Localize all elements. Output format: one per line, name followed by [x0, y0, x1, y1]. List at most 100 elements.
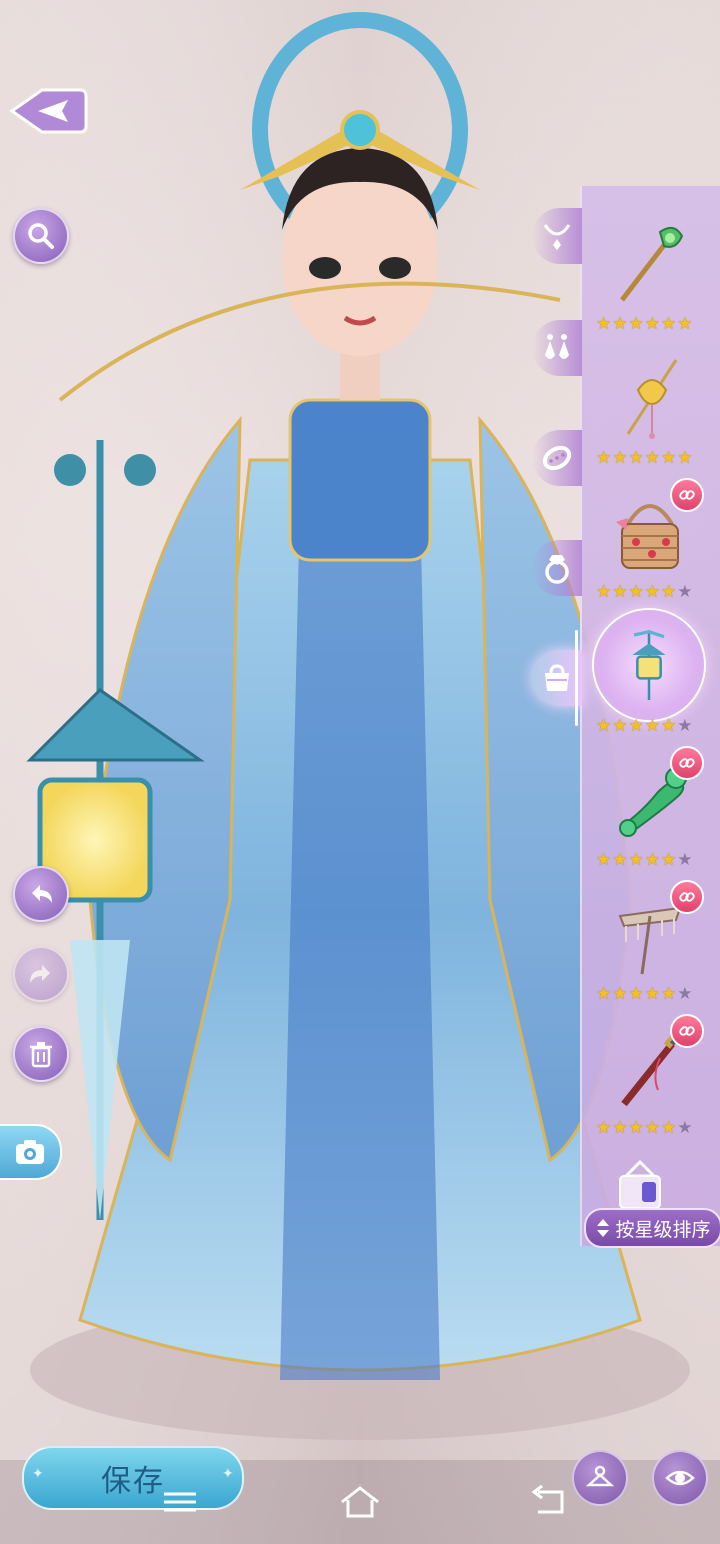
- ring-icon: [545, 555, 569, 584]
- item-card-selected[interactable]: ★ ★ ★ ★ ★ ★: [592, 610, 708, 740]
- star-filled-icon: ★: [612, 448, 628, 468]
- wardrobe-button[interactable]: [572, 1450, 628, 1506]
- link-icon: [679, 1026, 695, 1036]
- star-filled-icon: ★: [596, 1118, 612, 1138]
- star-filled-icon: ★: [612, 1118, 628, 1138]
- star-filled-icon: ★: [661, 314, 677, 334]
- tab-necklace[interactable]: [532, 208, 582, 264]
- star-filled-icon: ★: [661, 716, 677, 736]
- preview-button[interactable]: [652, 1450, 708, 1506]
- star-empty-icon: ★: [677, 1118, 693, 1138]
- item-card[interactable]: ★ ★ ★ ★ ★ ★: [592, 478, 708, 606]
- camera-icon: [16, 1140, 44, 1164]
- star-filled-icon: ★: [677, 448, 693, 468]
- link-badge: [670, 1014, 704, 1048]
- star-rating: ★ ★ ★ ★ ★ ★: [596, 314, 708, 334]
- star-filled-icon: ★: [628, 716, 644, 736]
- star-filled-icon: ★: [661, 850, 677, 870]
- link-badge: [670, 746, 704, 780]
- delete-button[interactable]: [13, 1026, 69, 1082]
- undo-icon: [32, 885, 52, 903]
- save-button[interactable]: 保存: [22, 1446, 244, 1510]
- star-empty-icon: ★: [677, 984, 693, 1004]
- star-filled-icon: ★: [596, 314, 612, 334]
- star-empty-icon: ★: [677, 716, 693, 736]
- earrings-icon: [545, 334, 569, 359]
- star-filled-icon: ★: [612, 850, 628, 870]
- star-filled-icon: ★: [628, 984, 644, 1004]
- item-card[interactable]: ★ ★ ★ ★ ★ ★: [592, 1014, 708, 1142]
- star-filled-icon: ★: [596, 716, 612, 736]
- star-empty-icon: ★: [677, 582, 693, 602]
- save-label: 保存: [101, 1464, 165, 1499]
- blue-lantern-icon: [632, 629, 666, 700]
- item-card[interactable]: ★ ★ ★ ★ ★ ★: [592, 880, 708, 1008]
- star-rating: ★ ★ ★ ★ ★ ★: [596, 984, 708, 1004]
- star-filled-icon: ★: [644, 1118, 660, 1138]
- hanger-icon: [585, 1465, 615, 1487]
- tab-ring[interactable]: [532, 540, 582, 596]
- star-filled-icon: ★: [644, 582, 660, 602]
- star-rating: ★ ★ ★ ★ ★ ★: [596, 716, 708, 736]
- item-card[interactable]: ★ ★ ★ ★ ★ ★: [592, 348, 708, 472]
- item-card[interactable]: ★ ★ ★ ★ ★ ★: [592, 746, 708, 874]
- item-bag-icon: [619, 1160, 661, 1209]
- star-filled-icon: ★: [628, 582, 644, 602]
- home-button[interactable]: [338, 1484, 382, 1520]
- star-rating: ★ ★ ★ ★ ★ ★: [596, 448, 708, 468]
- link-badge: [670, 880, 704, 914]
- search-icon: [28, 223, 54, 249]
- star-filled-icon: ★: [661, 582, 677, 602]
- star-filled-icon: ★: [628, 448, 644, 468]
- star-filled-icon: ★: [628, 850, 644, 870]
- camera-button[interactable]: [0, 1124, 62, 1180]
- star-filled-icon: ★: [661, 448, 677, 468]
- undo-button[interactable]: [13, 866, 69, 922]
- item-thumb: [602, 216, 698, 312]
- necklace-icon: [543, 224, 571, 250]
- search-button[interactable]: [13, 208, 69, 264]
- star-rating: ★ ★ ★ ★ ★ ★: [596, 582, 708, 602]
- back-icon: [531, 1484, 564, 1514]
- nav-back-button[interactable]: [528, 1484, 572, 1520]
- star-filled-icon: ★: [628, 1118, 644, 1138]
- redo-button[interactable]: [13, 946, 69, 1002]
- star-filled-icon: ★: [596, 850, 612, 870]
- star-filled-icon: ★: [644, 850, 660, 870]
- star-filled-icon: ★: [612, 582, 628, 602]
- trash-icon: [30, 1042, 52, 1068]
- green-scepter-icon: [620, 226, 684, 302]
- star-filled-icon: ★: [677, 314, 693, 334]
- link-icon: [679, 758, 695, 768]
- star-filled-icon: ★: [596, 448, 612, 468]
- star-filled-icon: ★: [612, 984, 628, 1004]
- star-rating: ★ ★ ★ ★ ★ ★: [596, 850, 708, 870]
- tab-earrings[interactable]: [532, 320, 582, 376]
- link-icon: [679, 490, 695, 500]
- scroll-indicator[interactable]: [575, 630, 578, 726]
- menu-button[interactable]: [158, 1484, 202, 1520]
- sparkle-icon: ✦: [222, 1466, 234, 1482]
- star-filled-icon: ★: [596, 582, 612, 602]
- sort-label: 按星级排序: [615, 1218, 711, 1241]
- star-filled-icon: ★: [612, 314, 628, 334]
- menu-icon: [164, 1492, 196, 1512]
- item-thumb: [602, 350, 698, 446]
- dressup-stage: ★ ★ ★ ★ ★ ★ ★ ★ ★ ★ ★ ★ ★ ★ ★ ★ ★ ★ ★ ★ …: [0, 0, 720, 1544]
- redo-icon: [30, 965, 50, 983]
- golden-lotus-staff-icon: [626, 359, 678, 439]
- star-filled-icon: ★: [644, 716, 660, 736]
- star-filled-icon: ★: [661, 984, 677, 1004]
- sort-by-stars-button[interactable]: 按星级排序: [584, 1208, 720, 1248]
- star-empty-icon: ★: [677, 850, 693, 870]
- star-filled-icon: ★: [644, 984, 660, 1004]
- bracelet-icon: [542, 445, 572, 471]
- back-button[interactable]: [8, 84, 88, 138]
- sort-arrows-icon: [597, 1219, 610, 1237]
- back-arrow-icon: [9, 88, 88, 134]
- tab-bracelet[interactable]: [532, 430, 582, 486]
- eye-icon: [665, 1470, 695, 1486]
- handbag-icon: [545, 664, 569, 691]
- home-icon: [341, 1486, 379, 1518]
- item-card[interactable]: ★ ★ ★ ★ ★ ★: [592, 214, 708, 338]
